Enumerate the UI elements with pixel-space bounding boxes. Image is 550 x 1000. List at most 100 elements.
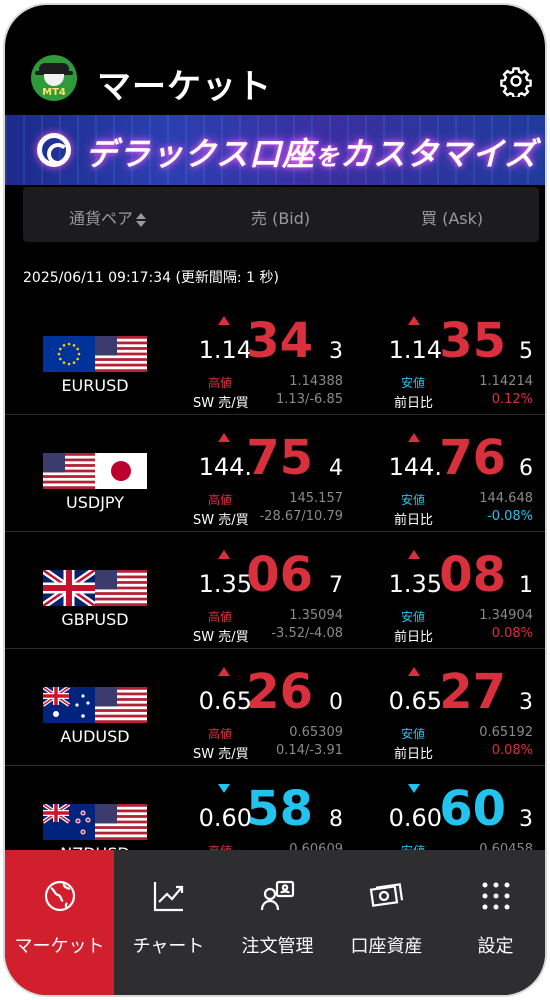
high-value: 0.65309	[289, 725, 343, 740]
high-label: 高値	[208, 727, 233, 741]
high-label: 高値	[208, 610, 233, 624]
flag-pair-icon	[43, 804, 147, 840]
ask-column-label: 買 (Ask)	[421, 209, 484, 228]
ask-quote[interactable]: 0.60 60 3	[360, 774, 535, 837]
ask-prefix: 0.60	[388, 804, 442, 832]
quote-row[interactable]: AUDUSD 0.65 26 0 0.65 27 3 高値 0.65309 安値 0.65192 SW…	[5, 649, 545, 766]
flag-pair-icon	[43, 570, 147, 606]
swap-value: -3.52/-4.08	[271, 626, 343, 641]
money-icon	[369, 883, 404, 907]
bid-last-digit: 8	[329, 807, 343, 832]
bid-pips: 06	[246, 547, 313, 603]
tab-order-management[interactable]: 注文管理	[223, 850, 332, 995]
tab-account-assets[interactable]: 口座資産	[332, 850, 441, 995]
ask-pips: 08	[439, 547, 506, 603]
flag-au-icon	[43, 687, 95, 723]
flag-us-icon	[95, 570, 147, 606]
bid-pips: 58	[246, 781, 313, 837]
gear-icon[interactable]	[500, 65, 532, 99]
high-value: 1.14388	[289, 374, 343, 389]
ask-quote[interactable]: 1.35 08 1	[360, 540, 535, 603]
phone-frame: MT4 マーケット デラックス口座をカスタマイズ 通貨ペア 売 (Bid) 買 …	[3, 3, 547, 997]
swap-value: -28.67/10.79	[259, 509, 343, 524]
low-value: 1.34904	[479, 608, 533, 623]
pair-name: GBPUSD	[61, 610, 129, 629]
ask-last-digit: 3	[519, 690, 533, 715]
banner-text: デラックス口座をカスタマイズ	[85, 135, 538, 173]
ask-quote[interactable]: 1.14 35 5	[360, 306, 535, 369]
ask-quote[interactable]: 144. 76 6	[360, 423, 535, 486]
flag-nz-icon	[43, 804, 95, 840]
ask-prefix: 144.	[388, 453, 442, 481]
header: MT4 マーケット	[5, 5, 545, 115]
bid-quote[interactable]: 144. 75 4	[165, 423, 343, 486]
low-label: 安値	[401, 493, 426, 507]
quote-row[interactable]: USDJPY 144. 75 4 144. 76 6 高値 145.157 安値 144.648 SW…	[5, 415, 545, 532]
sort-pair-button[interactable]: 通貨ペア	[69, 205, 147, 229]
arrow-up-icon	[218, 667, 230, 676]
ask-prefix: 0.65	[388, 687, 442, 715]
flag-pair-icon	[43, 336, 147, 372]
swap-value: 1.13/-6.85	[276, 392, 343, 407]
bid-pips: 34	[246, 313, 313, 369]
flag-jp-icon	[95, 453, 147, 489]
swap-label: SW 売/買	[193, 630, 249, 645]
bid-last-digit: 7	[329, 573, 343, 598]
high-label: 高値	[208, 493, 233, 507]
column-header: 通貨ペア 売 (Bid) 買 (Ask)	[23, 187, 539, 242]
sort-icon	[136, 212, 147, 227]
low-value: 0.65192	[479, 725, 533, 740]
bid-pips: 26	[246, 664, 313, 720]
arrow-up-icon	[408, 550, 420, 559]
bid-prefix: 0.60	[198, 804, 252, 832]
bid-prefix: 1.14	[198, 336, 252, 364]
grid-icon	[482, 882, 510, 910]
ask-prefix: 1.14	[388, 336, 442, 364]
high-value: 145.157	[289, 491, 343, 506]
arrow-up-icon	[218, 550, 230, 559]
bid-last-digit: 0	[329, 690, 343, 715]
ask-last-digit: 6	[519, 456, 533, 481]
flag-us-icon	[43, 453, 95, 489]
flag-pair-icon	[43, 687, 147, 723]
bid-quote[interactable]: 1.14 34 3	[165, 306, 343, 369]
bid-prefix: 1.35	[198, 570, 252, 598]
quote-row[interactable]: GBPUSD 1.35 06 7 1.35 08 1 高値 1.35094 安値 1.34904 SW…	[5, 532, 545, 649]
swap-value: 0.14/-3.91	[276, 743, 343, 758]
arrow-up-icon	[408, 667, 420, 676]
bottom-tab-bar: マーケット チャート 注文管理 口座資産 設定	[5, 850, 545, 995]
tab-chart[interactable]: チャート	[114, 850, 223, 995]
change-value: 0.12%	[491, 392, 533, 407]
quote-row[interactable]: EURUSD 1.14 34 3 1.14 35 5 高値 1.14388 安値 1.14214 SW…	[5, 298, 545, 415]
bid-quote[interactable]: 0.60 58 8	[165, 774, 343, 837]
swap-label: SW 売/買	[193, 396, 249, 411]
bid-last-digit: 3	[329, 339, 343, 364]
arrow-down-icon	[218, 784, 230, 793]
pair-name: USDJPY	[66, 493, 124, 512]
ask-pips: 27	[439, 664, 506, 720]
swap-label: SW 売/買	[193, 747, 249, 762]
tab-market[interactable]: マーケット	[5, 850, 114, 995]
high-label: 高値	[208, 376, 233, 390]
bid-quote[interactable]: 1.35 06 7	[165, 540, 343, 603]
banner-logo-icon	[37, 133, 71, 167]
arrow-down-icon	[408, 784, 420, 793]
change-value: -0.08%	[487, 509, 533, 524]
bid-last-digit: 4	[329, 456, 343, 481]
low-value: 144.648	[479, 491, 533, 506]
promo-banner[interactable]: デラックス口座をカスタマイズ	[5, 115, 545, 185]
ask-quote[interactable]: 0.65 27 3	[360, 657, 535, 720]
flag-pair-icon	[43, 453, 147, 489]
flag-eu-icon	[43, 336, 95, 372]
arrow-up-icon	[408, 433, 420, 442]
change-label: 前日比	[394, 747, 434, 762]
tab-settings[interactable]: 設定	[441, 850, 545, 995]
low-label: 安値	[401, 610, 426, 624]
bid-prefix: 0.65	[198, 687, 252, 715]
high-value: 1.35094	[289, 608, 343, 623]
bid-quote[interactable]: 0.65 26 0	[165, 657, 343, 720]
ask-pips: 60	[439, 781, 506, 837]
ask-last-digit: 5	[519, 339, 533, 364]
low-label: 安値	[401, 727, 426, 741]
ask-pips: 35	[439, 313, 506, 369]
